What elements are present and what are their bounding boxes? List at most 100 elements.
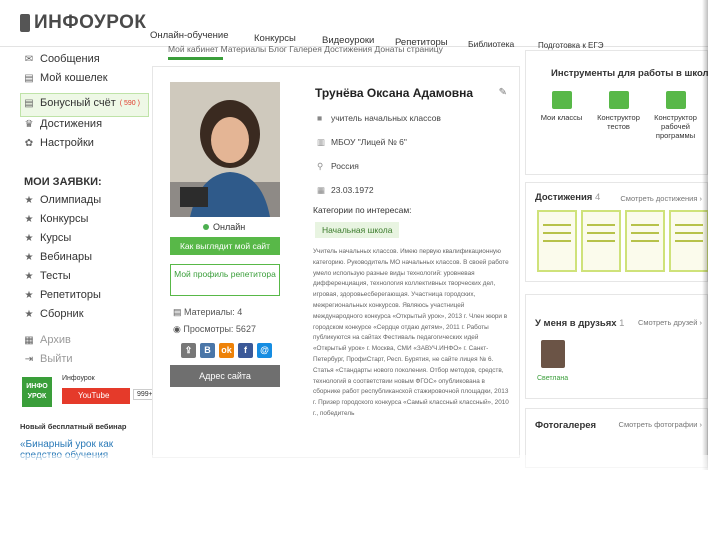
building-icon: ▥ (317, 137, 326, 147)
tool-my-classes[interactable]: Мои классы (534, 91, 589, 122)
vk-icon[interactable]: B (200, 343, 215, 358)
gear-icon: ✿ (24, 137, 34, 149)
friends-heading: У меня в друзьях 1 (535, 318, 624, 329)
star-icon: ★ (24, 308, 34, 320)
location-pin-icon: ⚲ (317, 161, 324, 171)
eye-icon: ◉ (173, 324, 184, 334)
sidebar-item-label: Олимпиады (40, 194, 102, 206)
youtube-subscribe-button[interactable]: YouTube (62, 388, 130, 404)
star-icon: ★ (24, 232, 34, 244)
trophy-icon: ♛ (24, 118, 34, 130)
sidebar-item-label: Вебинары (40, 251, 92, 263)
wallet-icon: ▤ (24, 97, 34, 109)
achievements-title: Достижения (535, 192, 593, 203)
calendar-icon: ▦ (317, 185, 326, 195)
program-builder-icon (665, 91, 686, 109)
site-logo[interactable]: ИНФОУРОК (20, 12, 147, 34)
active-tab-indicator (168, 57, 223, 60)
profile-subnav[interactable]: Мой кабинет Материалы Блог Галерея Дости… (168, 44, 443, 54)
odnoklassniki-icon[interactable]: ok (219, 343, 234, 358)
tutor-profile-button[interactable]: Мой профиль репетитора (170, 264, 280, 296)
achievements-count: 4 (595, 192, 601, 203)
materials-count: ▤ Материалы: 4 (173, 307, 242, 318)
sidebar-item-label: Архив (40, 334, 71, 346)
tool-label: Мои классы (540, 113, 583, 122)
online-status: Онлайн (203, 222, 245, 232)
categories-heading: Категории по интересам: (313, 205, 412, 215)
youtube-widget: ИНФО УРОК Инфоурок YouTube 999+ (20, 375, 157, 415)
tool-test-builder[interactable]: Конструктор тестов (591, 91, 646, 131)
star-icon: ★ (24, 213, 34, 225)
channel-name: Инфоурок (62, 375, 95, 382)
nav-exam-prep[interactable]: Подготовка к ЕГЭ (538, 41, 603, 50)
envelope-icon: ✉ (24, 53, 34, 65)
view-achievements-link[interactable]: Смотреть достижения › (620, 194, 702, 203)
achievement-certificate[interactable] (625, 210, 665, 272)
sidebar-item-archive[interactable]: ▦ Архив (24, 334, 71, 346)
view-gallery-link[interactable]: Смотреть фотографии › (619, 420, 702, 429)
top-navigation-bar: ИНФОУРОК Онлайн-обучение Конкурсы Видеоу… (0, 0, 708, 50)
nav-library[interactable]: Библиотека (468, 39, 514, 49)
nav-contests[interactable]: Конкурсы (254, 33, 296, 44)
request-collection[interactable]: ★ Сборник (24, 308, 84, 320)
tool-label: Конструктор тестов (597, 113, 640, 131)
site-address-button[interactable]: Адрес сайта (170, 365, 280, 387)
social-share-buttons: ⇪ B ok f @ (181, 343, 272, 358)
mail-icon[interactable]: @ (257, 343, 272, 358)
share-icon[interactable]: ⇪ (181, 343, 196, 358)
sidebar-item-wallet[interactable]: ▤ Мой кошелек (24, 72, 108, 84)
sidebar-item-settings[interactable]: ✿ Настройки (24, 137, 94, 149)
sidebar-item-label: Достижения (40, 118, 103, 130)
star-icon: ★ (24, 270, 34, 282)
profile-card: Онлайн Как выглядит мой сайт Мой профиль… (152, 66, 520, 458)
achievement-certificate[interactable] (537, 210, 577, 272)
sidebar-item-logout[interactable]: ⇥ Выйти (24, 353, 73, 365)
wallet-icon: ▤ (24, 72, 34, 84)
online-status-label: Онлайн (213, 222, 246, 232)
sidebar-item-label: Сборник (40, 308, 84, 320)
profile-birthdate: ▦ 23.03.1972 (317, 185, 374, 196)
friend-avatar[interactable] (541, 340, 565, 368)
edit-pencil-icon[interactable]: ✎ (499, 87, 507, 98)
view-friends-link[interactable]: Смотреть друзей › (638, 318, 702, 327)
sidebar-item-bonus[interactable]: ▤ Бонусный счёт ( 590 ) (24, 97, 140, 109)
tool-label: Конструктор рабочей программы (654, 113, 697, 140)
profile-bio: Учитель начальных классов. Имею первую к… (313, 248, 509, 417)
sidebar-item-label: Мой кошелек (40, 72, 108, 84)
friend-name[interactable]: Светлана (537, 375, 568, 382)
request-tests[interactable]: ★ Тесты (24, 270, 71, 282)
request-contests[interactable]: ★ Конкурсы (24, 213, 89, 225)
facebook-icon[interactable]: f (238, 343, 253, 358)
request-courses[interactable]: ★ Курсы (24, 232, 72, 244)
bonus-badge: ( 590 ) (119, 99, 140, 107)
sidebar-item-achievements[interactable]: ♛ Достижения (24, 118, 103, 130)
request-webinars[interactable]: ★ Вебинары (24, 251, 92, 263)
classes-icon (551, 91, 572, 109)
achievement-certificate[interactable] (581, 210, 621, 272)
view-my-site-button[interactable]: Как выглядит мой сайт (170, 237, 280, 255)
category-tag[interactable]: Начальная школа (315, 222, 400, 238)
my-requests-heading: МОИ ЗАЯВКИ: (24, 176, 102, 188)
logo-icon (20, 14, 30, 32)
youtube-button-label: YouTube (78, 391, 110, 400)
materials-label: Материалы: 4 (184, 307, 243, 317)
request-tutors[interactable]: ★ Репетиторы (24, 289, 101, 301)
profile-school: ▥ МБОУ "Лицей № 6" (317, 137, 407, 148)
sidebar-item-label: Конкурсы (40, 213, 89, 225)
views-count: ◉ Просмотры: 5627 (173, 324, 256, 335)
logo-text: ИНФОУРОК (34, 12, 147, 33)
reflection-fade (0, 455, 708, 539)
school-label: МБОУ "Лицей № 6" (331, 137, 407, 147)
star-icon: ★ (24, 251, 34, 263)
sidebar-item-messages[interactable]: ✉ Сообщения (24, 53, 100, 65)
star-icon: ★ (24, 289, 34, 301)
profile-position: ■ учитель начальных классов (317, 113, 441, 123)
request-olympiads[interactable]: ★ Олимпиады (24, 194, 102, 206)
views-label: Просмотры: 5627 (183, 324, 256, 334)
nav-online-learning[interactable]: Онлайн-обучение (150, 30, 229, 41)
tools-heading: Инструменты для работы в школе (551, 68, 708, 79)
sidebar-item-label: Настройки (40, 137, 94, 149)
tool-program-builder[interactable]: Конструктор рабочей программы (648, 91, 703, 140)
online-dot-icon (203, 224, 209, 230)
profile-name: Трунёва Оксана Адамовна (315, 86, 474, 100)
